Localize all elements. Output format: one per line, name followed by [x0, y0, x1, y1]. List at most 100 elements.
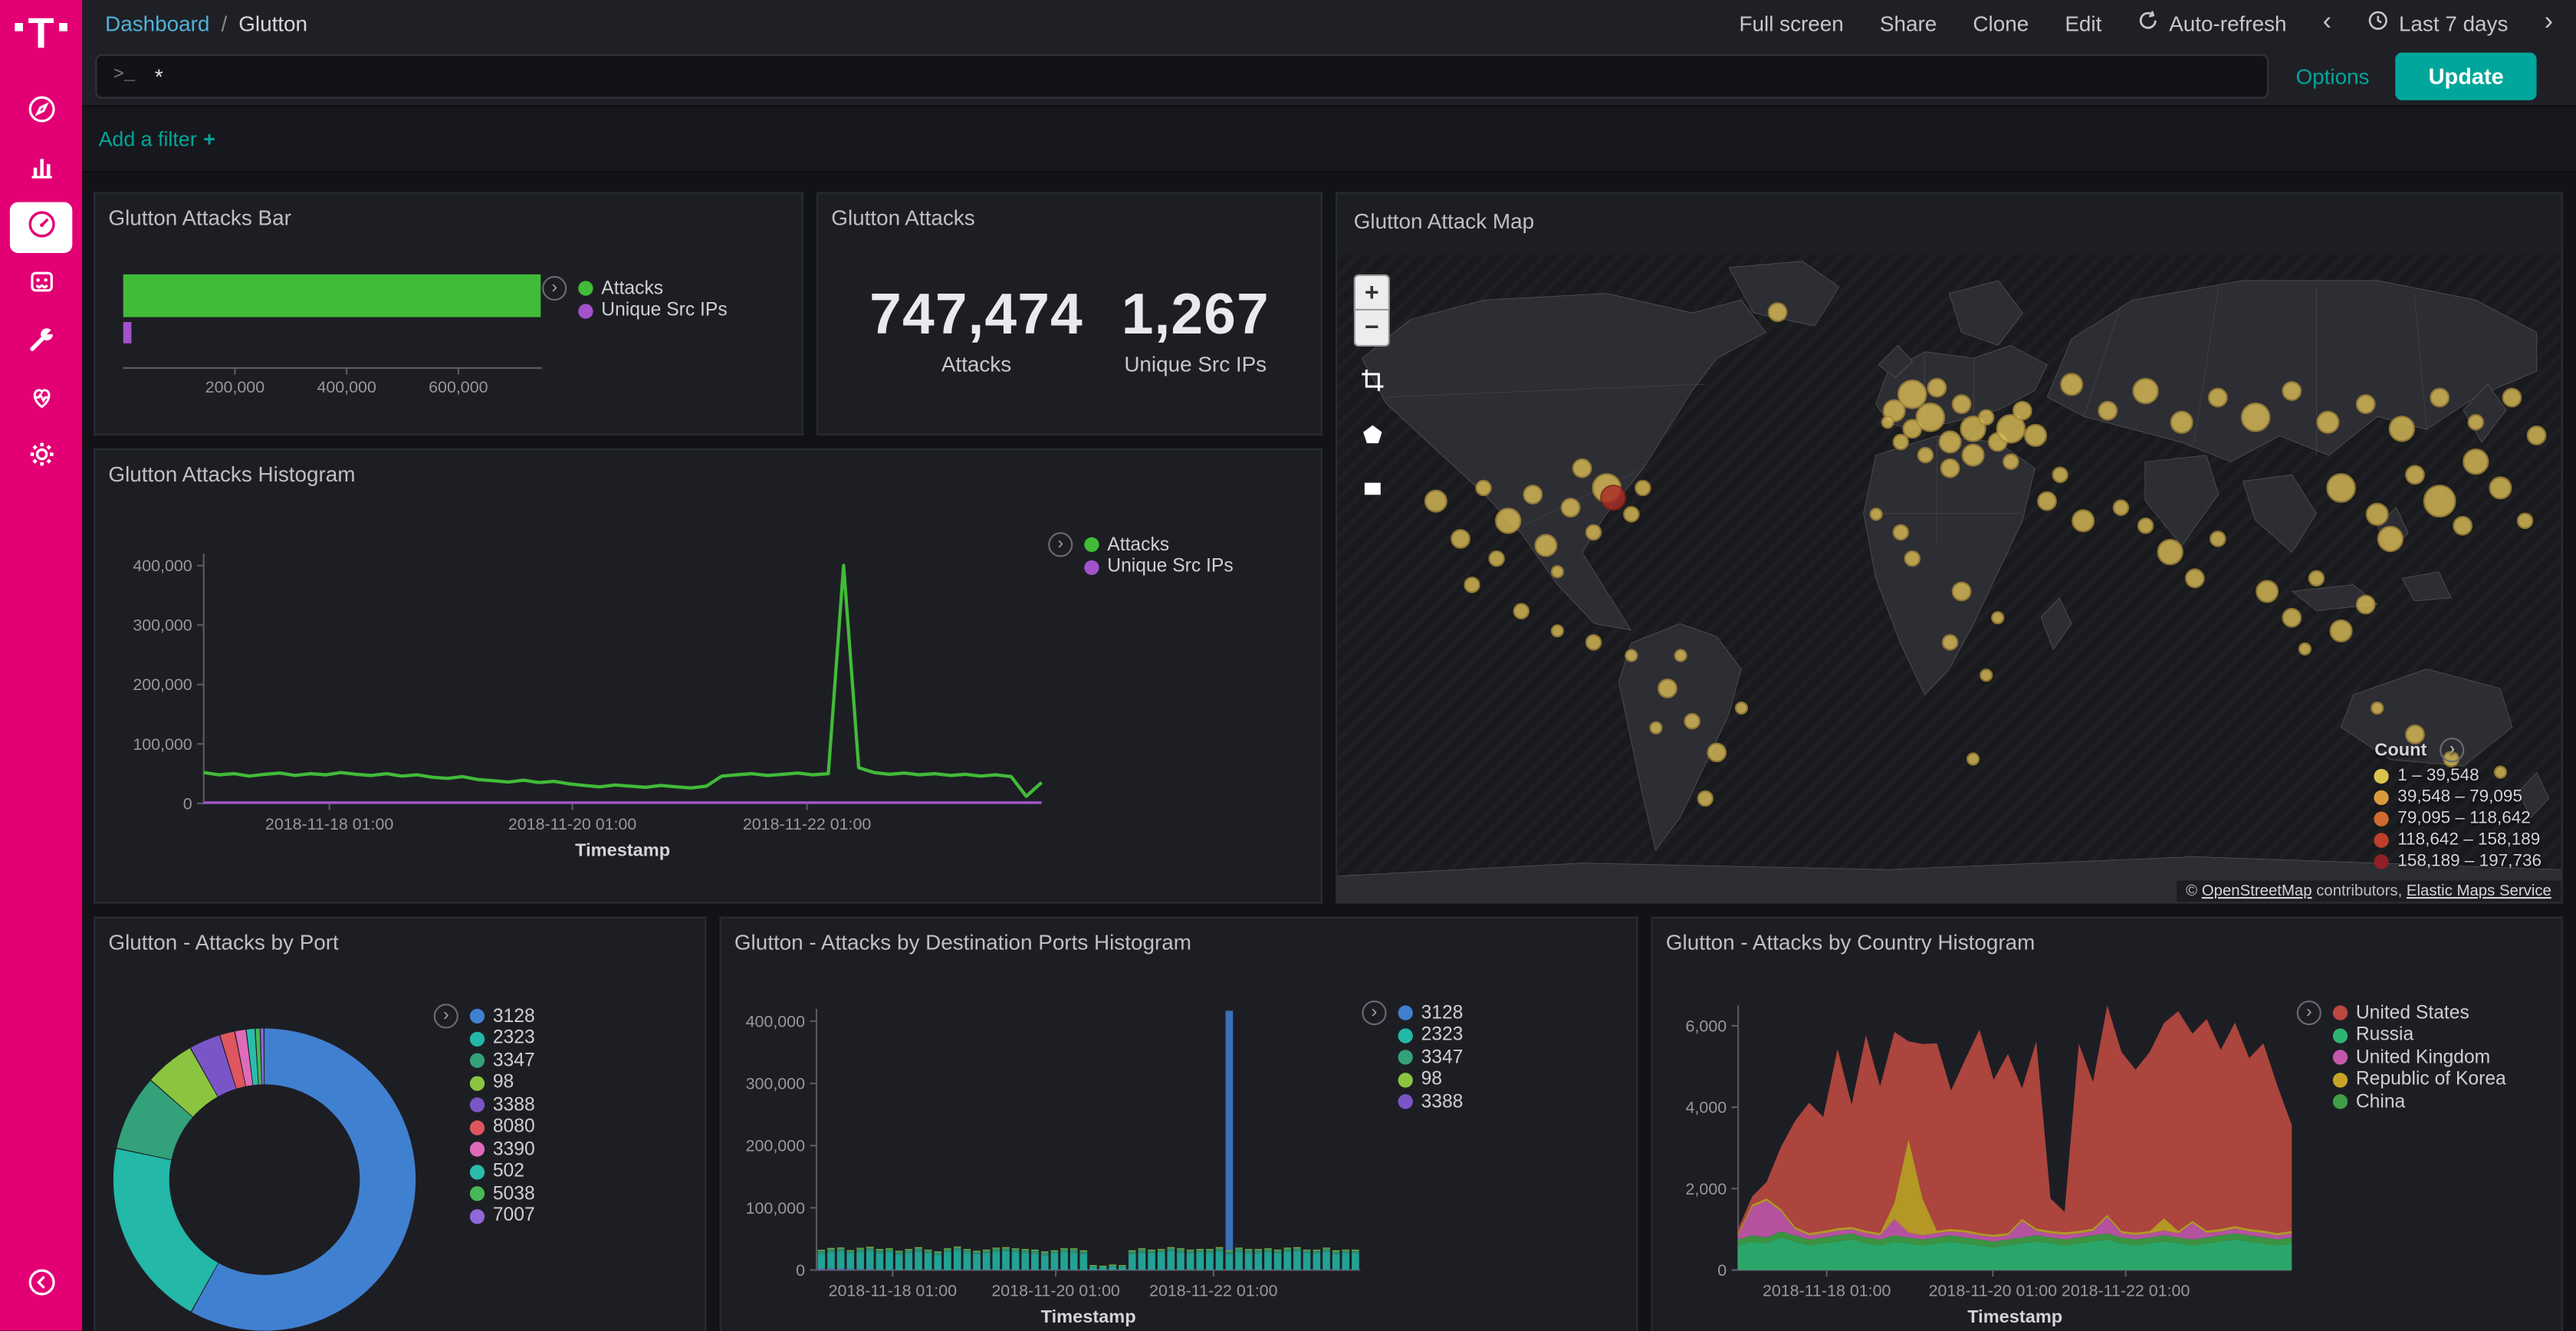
attack-location-marker[interactable]: [2098, 400, 2118, 420]
attack-location-marker[interactable]: [1941, 635, 1957, 651]
attack-location-marker[interactable]: [1952, 393, 1972, 413]
edit-button[interactable]: Edit: [2065, 11, 2101, 35]
attack-location-marker[interactable]: [2209, 387, 2229, 407]
attack-location-marker[interactable]: [1586, 635, 1602, 651]
attack-location-marker[interactable]: [1560, 498, 1580, 518]
attack-location-marker[interactable]: [1534, 534, 1557, 557]
attack-location-marker[interactable]: [1869, 507, 1882, 520]
attack-location-marker[interactable]: [2429, 387, 2449, 407]
attack-location-marker[interactable]: [1892, 524, 1908, 541]
attack-location-marker[interactable]: [1476, 479, 1492, 495]
legend-item[interactable]: Unique Src IPs: [578, 301, 727, 320]
attack-location-marker[interactable]: [1962, 444, 1985, 467]
attack-location-marker[interactable]: [2463, 449, 2489, 475]
attack-location-marker[interactable]: [1649, 721, 1662, 734]
crop-tool-button[interactable]: [1354, 368, 1390, 401]
attack-location-marker[interactable]: [1684, 712, 1700, 728]
clone-button[interactable]: Clone: [1973, 11, 2029, 35]
panel-title[interactable]: Glutton - Attacks by Port: [108, 930, 692, 955]
attack-location-marker[interactable]: [2013, 400, 2032, 420]
attack-location-marker[interactable]: [2423, 485, 2456, 518]
sidebar-item-dev-tools[interactable]: [10, 317, 72, 368]
attack-location-marker[interactable]: [2366, 502, 2389, 525]
attack-location-marker[interactable]: [2282, 381, 2302, 401]
legend-item[interactable]: United Kingdom: [2333, 1047, 2506, 1067]
attack-location-marker[interactable]: [1967, 753, 1980, 766]
attack-location-marker[interactable]: [1625, 649, 1638, 662]
attack-location-marker[interactable]: [2210, 531, 2226, 547]
attack-location-marker[interactable]: [1623, 505, 1639, 521]
panel-title[interactable]: Glutton - Attacks by Destination Ports H…: [734, 930, 1623, 955]
attack-location-marker[interactable]: [2453, 517, 2473, 537]
stacked-bar-chart[interactable]: 0100,000200,000300,000400,0002018-11-18 …: [734, 959, 1623, 1330]
attack-location-marker[interactable]: [1523, 485, 1543, 504]
share-button[interactable]: Share: [1880, 11, 1937, 35]
legend-item[interactable]: 502: [470, 1162, 535, 1181]
attack-location-marker[interactable]: [2184, 568, 2204, 588]
attack-location-marker[interactable]: [1917, 447, 1933, 463]
attack-location-marker[interactable]: [1904, 550, 1921, 567]
legend-toggle-icon[interactable]: ›: [1048, 532, 1073, 557]
attack-location-marker[interactable]: [2389, 416, 2415, 442]
attack-location-marker[interactable]: [2516, 512, 2532, 528]
legend-item[interactable]: 8080: [470, 1117, 535, 1137]
attack-location-marker[interactable]: [2157, 539, 2183, 565]
attack-location-marker[interactable]: [1992, 610, 2005, 623]
sidebar-collapse-button[interactable]: [10, 1260, 72, 1311]
legend-toggle-icon[interactable]: ›: [2297, 1001, 2321, 1025]
attack-location-marker[interactable]: [1892, 434, 1908, 450]
panel-title[interactable]: Glutton Attacks Histogram: [108, 462, 1307, 486]
attack-location-marker[interactable]: [2489, 476, 2512, 499]
sidebar-item-monitoring[interactable]: [10, 375, 72, 426]
panel-title[interactable]: Glutton - Attacks by Country Histogram: [1666, 930, 2548, 955]
rectangle-tool-button[interactable]: [1354, 476, 1390, 509]
attack-location-marker[interactable]: [1450, 530, 1470, 550]
attack-location-marker[interactable]: [2240, 402, 2270, 432]
attack-location-marker[interactable]: [1940, 458, 1960, 478]
attack-location-marker[interactable]: [2060, 373, 2083, 396]
attack-location-marker[interactable]: [2282, 607, 2302, 627]
legend-item[interactable]: 98: [470, 1073, 535, 1093]
attack-location-marker[interactable]: [2377, 526, 2403, 552]
legend-item[interactable]: 3388: [470, 1095, 535, 1115]
attack-location-marker[interactable]: [1658, 679, 1677, 698]
legend-toggle-icon[interactable]: ›: [1362, 1001, 1386, 1025]
donut-chart[interactable]: [108, 959, 692, 1330]
attack-location-marker[interactable]: [1881, 416, 1894, 429]
legend-item[interactable]: 3390: [470, 1139, 535, 1159]
attack-location-marker[interactable]: [2308, 570, 2325, 587]
attack-location-marker[interactable]: [2329, 619, 2352, 642]
attack-location-marker[interactable]: [1464, 577, 1480, 593]
legend-item[interactable]: 7007: [470, 1206, 535, 1226]
attack-location-marker[interactable]: [1674, 649, 1687, 662]
legend-item[interactable]: 5038: [470, 1184, 535, 1204]
attack-location-marker[interactable]: [1551, 623, 1564, 636]
attack-location-marker[interactable]: [1980, 669, 1993, 682]
attack-location-marker[interactable]: [2298, 643, 2311, 656]
legend-item[interactable]: Republic of Korea: [2333, 1070, 2506, 1089]
legend-item[interactable]: 3128: [470, 1007, 535, 1027]
attack-location-marker[interactable]: [1768, 303, 1788, 323]
attribution-link[interactable]: OpenStreetMap: [2202, 882, 2312, 901]
attack-location-marker[interactable]: [1424, 489, 1447, 512]
tmobile-logo[interactable]: T: [15, 15, 67, 51]
attack-location-marker[interactable]: [1927, 377, 1947, 397]
attack-location-marker[interactable]: [2072, 508, 2095, 531]
zoom-in-button[interactable]: +: [1354, 274, 1390, 311]
add-filter-link[interactable]: Add a filter+: [99, 127, 215, 150]
legend-item[interactable]: 3128: [1398, 1003, 1464, 1023]
sidebar-item-timelion[interactable]: [10, 260, 72, 311]
time-range-button[interactable]: Last 7 days: [2367, 10, 2508, 36]
attack-location-marker[interactable]: [1513, 603, 1529, 619]
attack-location-marker[interactable]: [1697, 790, 1713, 807]
attack-location-marker[interactable]: [2023, 425, 2046, 448]
legend-item[interactable]: 3347: [470, 1050, 535, 1070]
time-back-button[interactable]: ‹: [2323, 10, 2331, 36]
attack-location-marker[interactable]: [1938, 431, 1961, 454]
attack-location-marker[interactable]: [2527, 426, 2547, 446]
attack-location-marker[interactable]: [2037, 491, 2057, 511]
attack-location-marker[interactable]: [2371, 702, 2384, 715]
legend-toggle-icon[interactable]: ›: [434, 1004, 458, 1028]
attack-location-marker[interactable]: [1586, 524, 1602, 541]
auto-refresh-button[interactable]: Auto-refresh: [2137, 10, 2286, 36]
